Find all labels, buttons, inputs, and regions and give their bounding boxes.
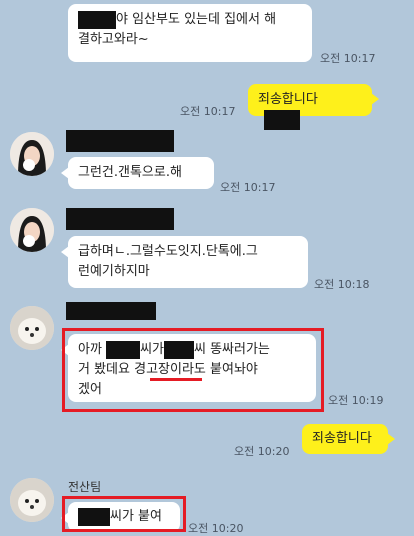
message-text-line: 급하며ㄴ.그럴수도잇지.단톡에.그 [78, 244, 258, 259]
avatar-photo-icon [10, 208, 54, 252]
redacted-sender-name [66, 208, 174, 230]
my-message-bubble: 죄송합니다 [248, 84, 379, 130]
message-text: 죄송합니다 [258, 92, 318, 107]
message-time: 오전 10:18 [314, 278, 370, 291]
my-message-bubble: 죄송합니다 [302, 424, 395, 454]
sender-name: 전산팀 [68, 480, 102, 494]
message-bubble-3: 그런건.갠톡으로.해 [61, 157, 214, 189]
redacted-name [264, 110, 300, 130]
message-bubble-4: 급하며ㄴ.그럴수도잇지.단톡에.그 런예기하지마 [61, 236, 308, 288]
message-text-line: 런예기하지마 [78, 264, 150, 279]
message-text-line: 야 임산부도 있는데 집에서 해 [116, 12, 277, 27]
sender-avatar[interactable] [10, 208, 54, 252]
message-bubble-1: 야 임산부도 있는데 집에서 해 결하고와라~ [68, 4, 312, 62]
highlight-box [62, 496, 186, 532]
message-time: 오전 10:20 [188, 522, 244, 535]
redacted-sender-name [66, 302, 156, 320]
message-time: 오전 10:17 [220, 181, 276, 194]
sender-avatar[interactable] [10, 306, 54, 350]
message-time: 오전 10:17 [180, 105, 236, 118]
message-time: 오전 10:20 [234, 445, 290, 458]
avatar-photo-icon [10, 132, 54, 176]
highlight-box [62, 328, 324, 412]
message-text: 그런건.갠톡으로.해 [78, 165, 182, 180]
redacted-sender-name [66, 130, 174, 152]
sender-avatar[interactable] [10, 478, 54, 522]
redacted-name [78, 10, 116, 29]
message-text: 죄송합니다 [312, 431, 372, 446]
message-time: 오전 10:17 [320, 52, 376, 65]
dog-avatar-icon [10, 306, 54, 350]
dog-avatar-icon [10, 478, 54, 522]
message-text-line: 결하고와라~ [78, 32, 149, 47]
message-time: 오전 10:19 [328, 394, 384, 407]
sender-avatar[interactable] [10, 132, 54, 176]
